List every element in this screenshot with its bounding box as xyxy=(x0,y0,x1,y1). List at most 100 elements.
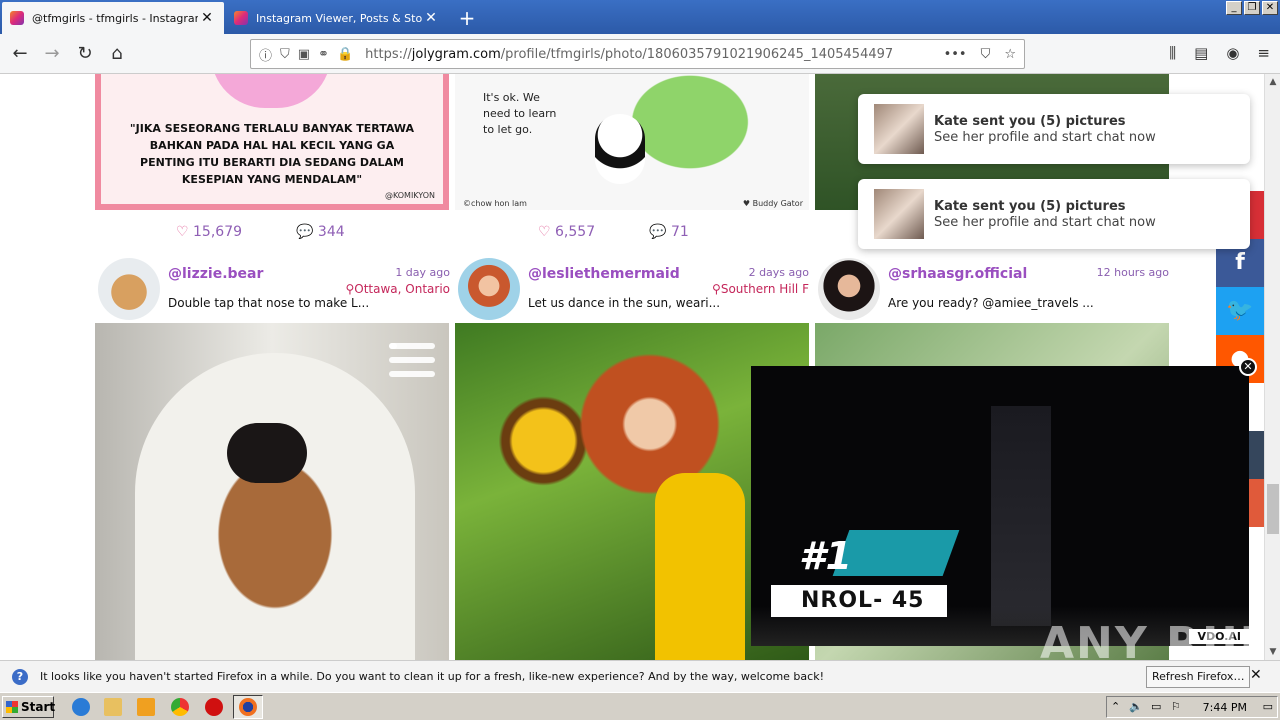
firefox-taskbar-button[interactable] xyxy=(233,695,263,719)
post-header: @lizzie.bear 1 day ago ⚲Ottawa, Ontario … xyxy=(98,258,450,320)
tab-tfmgirls[interactable]: @tfmgirls - tfmgirls - Instagram Po ✕ xyxy=(2,2,224,34)
tab-title: Instagram Viewer, Posts & Story xyxy=(256,11,422,25)
page-scrollbar[interactable]: ▲ ▼ xyxy=(1264,74,1280,660)
close-video-button[interactable]: ✕ xyxy=(1239,358,1257,376)
menu-icon[interactable]: ≡ xyxy=(1257,44,1270,62)
post-location[interactable]: ⚲Southern Hill F xyxy=(712,282,809,296)
rocket-silhouette xyxy=(991,406,1051,626)
comment-icon: 💬 xyxy=(649,224,671,240)
media-player-icon[interactable] xyxy=(137,698,155,716)
minimize-button[interactable]: _ xyxy=(1226,1,1242,15)
close-tab-icon[interactable]: ✕ xyxy=(422,10,440,26)
notification-popup[interactable]: Kate sent you (5) pictures See her profi… xyxy=(858,179,1250,249)
post-image-quote[interactable]: "JIKA SESEORANG TERLALU BANYAK TERTAWA B… xyxy=(95,74,449,210)
tab-title: @tfmgirls - tfmgirls - Instagram Po xyxy=(32,11,198,25)
volume-icon[interactable]: 🔈 xyxy=(1129,700,1143,713)
page-actions-icon[interactable]: ••• xyxy=(944,47,967,62)
link-icon[interactable]: ⚭ xyxy=(318,47,329,62)
post-handle[interactable]: @srhaasgr.official xyxy=(888,266,1027,282)
close-tab-icon[interactable]: ✕ xyxy=(198,10,216,26)
twitter-share-button[interactable]: 🐦 xyxy=(1216,287,1264,335)
comment-icon: 💬 xyxy=(296,224,318,240)
post-image-croc[interactable]: It's ok. We need to learn to let go. ©ch… xyxy=(455,74,809,210)
url-text[interactable]: https://jolygram.com/profile/tfmgirls/ph… xyxy=(365,47,893,62)
video-ad-player[interactable]: #1 NROL- 45 VDO.AI ✕ xyxy=(751,358,1257,646)
notification-thumbnail xyxy=(874,189,924,239)
scrollbar-thumb[interactable] xyxy=(1267,484,1279,534)
scroll-down-arrow-icon[interactable]: ▼ xyxy=(1265,644,1280,660)
opera-icon[interactable] xyxy=(205,698,223,716)
comments-count[interactable]: 💬 71 xyxy=(649,224,689,240)
avatar[interactable] xyxy=(818,258,880,320)
location-pin-icon: ⚲ xyxy=(712,282,721,296)
comments-count[interactable]: 💬 344 xyxy=(296,224,345,240)
clock[interactable]: 7:44 PM xyxy=(1203,701,1247,714)
pocket-icon[interactable]: ⛉ xyxy=(981,47,991,62)
yellow-dress xyxy=(655,473,745,660)
post-stats: ♡ 15,679 💬 344 xyxy=(176,224,345,240)
windows-logo-icon xyxy=(6,701,18,713)
croc-text: It's ok. We need to learn to let go. xyxy=(483,91,557,136)
heart-icon: ♡ xyxy=(176,224,194,240)
instagram-favicon-icon xyxy=(234,11,248,25)
lock-icon[interactable]: 🔒 xyxy=(337,47,353,62)
bookmark-star-icon[interactable]: ☆ xyxy=(1004,47,1016,62)
notification-message: It looks like you haven't started Firefo… xyxy=(40,670,824,683)
system-tray: ⌃ 🔈 ▭ ⚐ 7:44 PM ▭ xyxy=(1106,696,1278,718)
shield-icon[interactable]: ⛉ xyxy=(280,47,290,62)
sidebar-icon[interactable]: ▤ xyxy=(1194,44,1208,62)
tab-instagram-viewer[interactable]: Instagram Viewer, Posts & Story ✕ xyxy=(226,2,448,34)
dog-nose xyxy=(227,423,307,483)
show-desktop-icon[interactable]: ▭ xyxy=(1263,700,1273,713)
home-button[interactable]: ⌂ xyxy=(105,42,129,66)
post-handle[interactable]: @lesliethemermaid xyxy=(528,266,680,282)
video-rank: #1 xyxy=(799,534,852,578)
firefox-notification-bar: ? It looks like you haven't started Fire… xyxy=(0,660,1280,692)
ie-icon[interactable] xyxy=(72,698,90,716)
post-caption: Let us dance in the sun, weari... xyxy=(528,296,721,310)
windows-taskbar: Start ⌃ 🔈 ▭ ⚐ 7:44 PM ▭ xyxy=(0,692,1280,720)
reload-button[interactable]: ↻ xyxy=(73,42,97,66)
refresh-firefox-button[interactable]: Refresh Firefox… xyxy=(1146,666,1251,688)
tray-expand-icon[interactable]: ⌃ xyxy=(1111,700,1120,713)
notification-thumbnail xyxy=(874,104,924,154)
close-window-button[interactable]: ✕ xyxy=(1262,1,1278,15)
url-bar[interactable]: ⓘ ⛉ ▣ ⚭ 🔒 https://jolygram.com/profile/t… xyxy=(250,39,1025,69)
browser-titlebar: @tfmgirls - tfmgirls - Instagram Po ✕ In… xyxy=(0,0,1280,34)
avatar[interactable] xyxy=(98,258,160,320)
avatar[interactable] xyxy=(458,258,520,320)
forward-button[interactable]: → xyxy=(40,42,64,66)
start-button[interactable]: Start xyxy=(2,696,55,718)
panda-drawing xyxy=(595,114,645,184)
heart-icon: ♡ xyxy=(538,224,556,240)
location-pin-icon: ⚲ xyxy=(345,282,355,296)
post-image-dog[interactable] xyxy=(95,323,449,660)
menu-overlay-icon[interactable] xyxy=(389,343,435,379)
flag-icon[interactable]: ⚐ xyxy=(1171,700,1181,713)
post-location[interactable]: ⚲Ottawa, Ontario xyxy=(345,282,450,296)
folder-icon[interactable] xyxy=(104,698,122,716)
scroll-up-arrow-icon[interactable]: ▲ xyxy=(1265,74,1280,90)
account-icon[interactable]: ◉ xyxy=(1226,44,1239,62)
chrome-icon[interactable] xyxy=(171,698,189,716)
post-handle[interactable]: @lizzie.bear xyxy=(168,266,263,282)
library-icon[interactable]: ⫼ xyxy=(1169,44,1176,62)
back-button[interactable]: ← xyxy=(8,42,32,66)
notification-popup[interactable]: Kate sent you (5) pictures See her profi… xyxy=(858,94,1250,164)
new-tab-button[interactable]: + xyxy=(456,6,478,30)
network-icon[interactable]: ▭ xyxy=(1151,700,1161,713)
close-notification-icon[interactable]: ✕ xyxy=(1250,667,1262,683)
quote-credit: @KOMIKYON xyxy=(384,191,435,200)
info-icon[interactable]: ⓘ xyxy=(259,45,272,64)
post-header: @lesliethemermaid 2 days ago ⚲Southern H… xyxy=(458,258,809,320)
likes-count[interactable]: ♡ 6,557 xyxy=(538,224,595,240)
quote-text: "JIKA SESEORANG TERLALU BANYAK TERTAWA B… xyxy=(129,122,415,186)
notification-title: Kate sent you (5) pictures xyxy=(934,199,1126,214)
post-time: 12 hours ago xyxy=(1096,266,1169,279)
likes-count[interactable]: ♡ 15,679 xyxy=(176,224,242,240)
notification-title: Kate sent you (5) pictures xyxy=(934,114,1126,129)
permissions-icon[interactable]: ▣ xyxy=(298,47,310,62)
maximize-button[interactable]: ❐ xyxy=(1244,1,1260,15)
post-time: 2 days ago xyxy=(748,266,809,279)
post-caption: Are you ready? @amiee_travels ... xyxy=(888,296,1094,310)
